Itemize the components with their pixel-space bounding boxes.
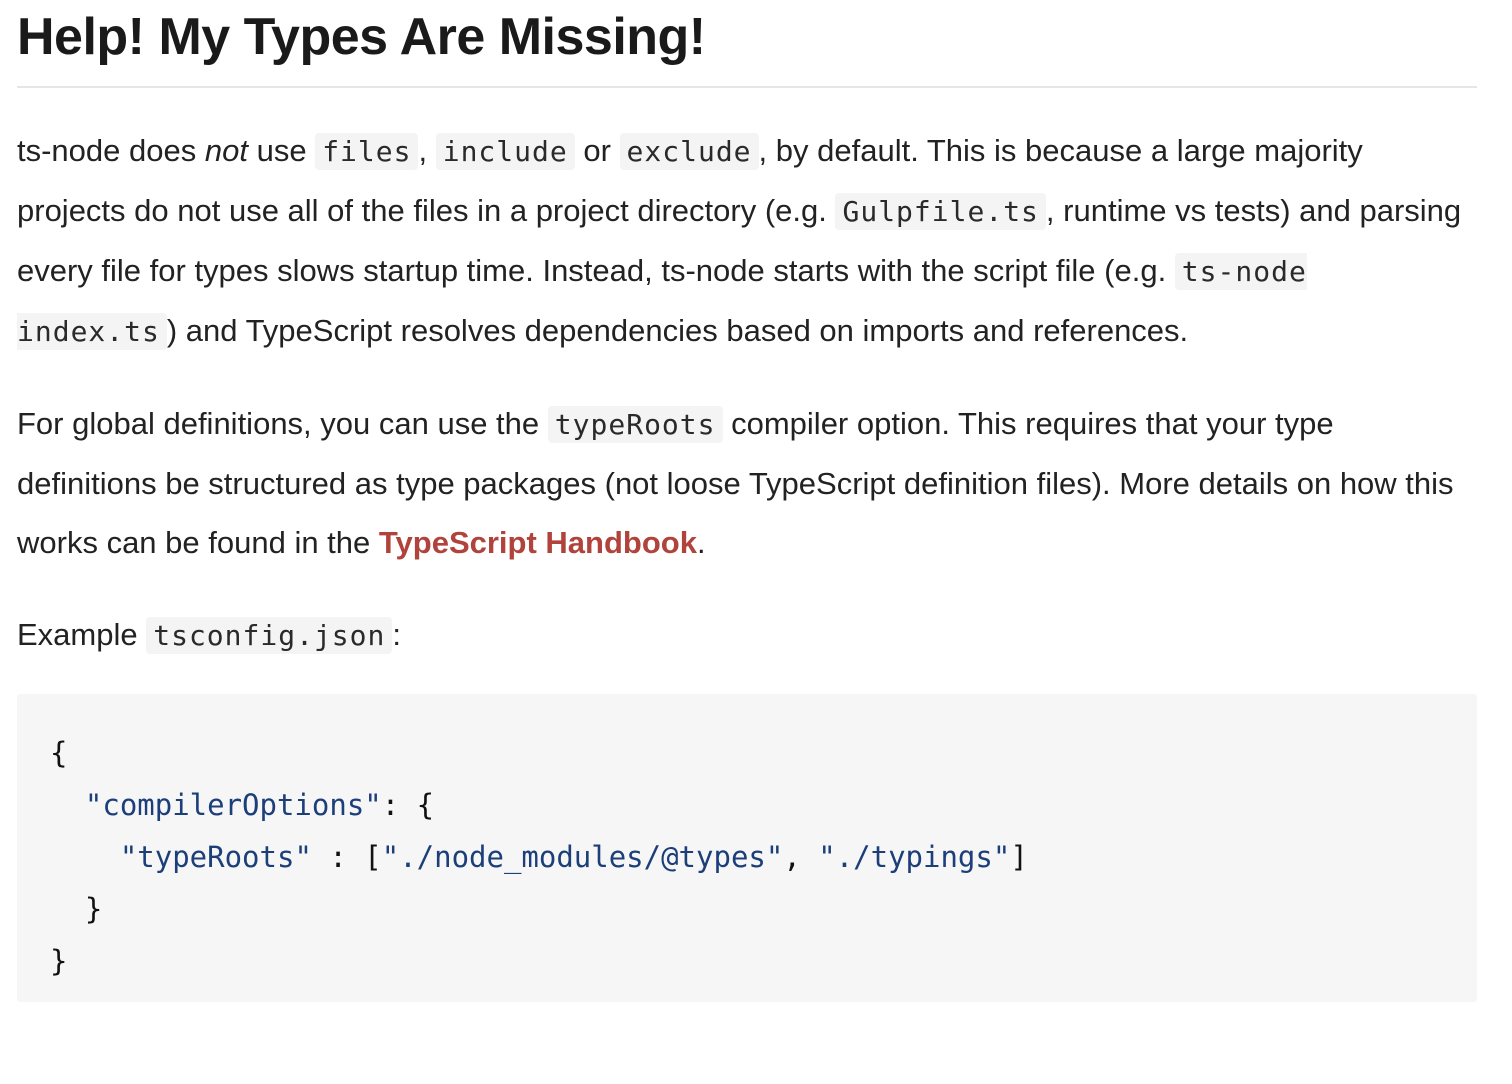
doc-page: Help! My Types Are Missing! ts-node does…: [0, 0, 1512, 1084]
paragraph-example: Example tsconfig.json:: [17, 605, 1477, 665]
text: :: [392, 617, 402, 652]
heading-divider: [17, 86, 1477, 88]
code-string-node-modules: "./node_modules/@types": [381, 840, 784, 874]
text: use: [247, 133, 316, 168]
inline-code-tsconfig: tsconfig.json: [146, 617, 393, 654]
text: Example: [17, 617, 147, 652]
code-brace: }: [50, 944, 68, 978]
code-string-typings: "./typings": [818, 840, 1011, 874]
code-punctuation: : [: [311, 840, 382, 874]
code-brace: {: [50, 736, 68, 770]
inline-code-include: include: [435, 133, 575, 170]
text: For global definitions, you can use the: [17, 406, 548, 441]
inline-code-exclude: exclude: [619, 133, 759, 170]
code-punctuation: ,: [783, 840, 819, 874]
inline-code-gulpfile: Gulpfile.ts: [835, 193, 1046, 230]
text: .: [696, 525, 706, 560]
emphasis-text: not: [204, 133, 248, 168]
code-block-tsconfig[interactable]: { "compilerOptions": { "typeRoots" : [".…: [17, 694, 1477, 1002]
paragraph-typeroots: For global definitions, you can use the …: [17, 394, 1477, 572]
text: ts-node does: [17, 133, 205, 168]
text: or: [574, 133, 620, 168]
code-key-typeroots: "typeRoots": [119, 840, 312, 874]
code-brace: }: [84, 892, 103, 926]
paragraph-intro: ts-node does not use files, include or e…: [17, 121, 1477, 361]
inline-code-files: files: [315, 133, 419, 170]
section-heading: Help! My Types Are Missing!: [17, 8, 706, 66]
text: ,: [418, 133, 436, 168]
typescript-handbook-link[interactable]: TypeScript Handbook: [379, 525, 697, 560]
text: ) and TypeScript resolves dependencies b…: [166, 313, 1189, 348]
code-punctuation: ]: [1010, 840, 1028, 874]
code-punctuation: : {: [381, 788, 435, 822]
code-key-compiler-options: "compilerOptions": [84, 788, 382, 822]
inline-code-typeroots: typeRoots: [547, 406, 723, 443]
